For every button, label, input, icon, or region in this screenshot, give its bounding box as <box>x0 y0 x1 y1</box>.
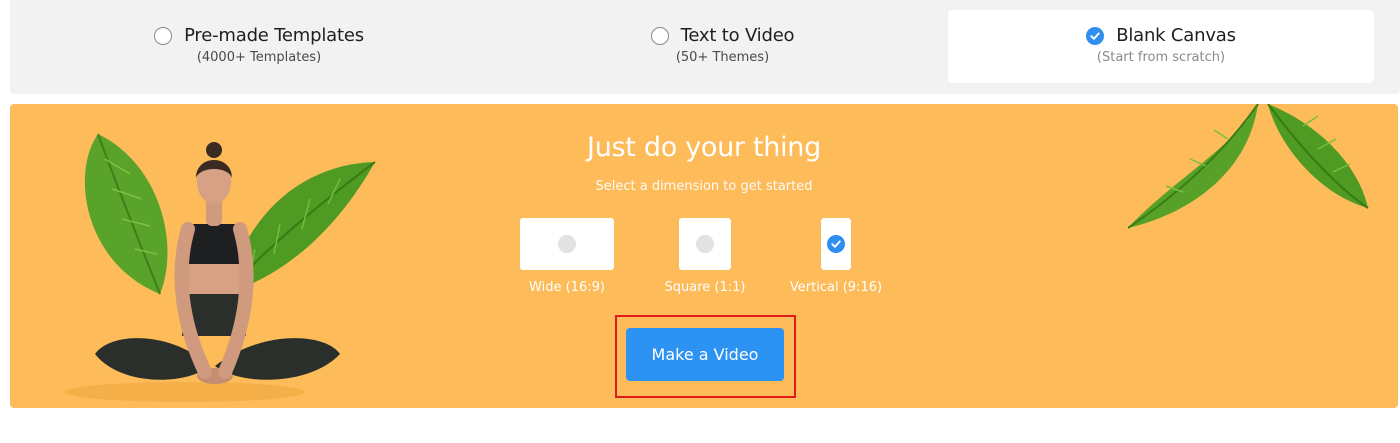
make-video-button[interactable]: Make a Video <box>626 328 784 381</box>
dimension-preview-vertical[interactable] <box>821 218 851 270</box>
tab-title: Text to Video <box>680 25 795 46</box>
leaves-decoration <box>1128 104 1369 229</box>
dimension-vertical[interactable]: Vertical (9:16) <box>786 218 886 295</box>
tab-title: Blank Canvas <box>1116 25 1236 46</box>
dimension-label: Vertical (9:16) <box>789 280 883 295</box>
check-circle-icon[interactable] <box>1086 26 1105 45</box>
dimension-preview-wide[interactable] <box>520 218 614 270</box>
radio-icon <box>558 235 576 253</box>
banner-headline: Just do your thing <box>587 132 821 163</box>
check-circle-icon <box>827 235 845 253</box>
dimension-wide[interactable]: Wide (16:9) <box>517 218 617 295</box>
radio-icon[interactable] <box>650 26 669 45</box>
dimension-label: Square (1:1) <box>664 280 746 295</box>
radio-icon <box>696 235 714 253</box>
tab-pre-made-templates[interactable]: Pre-made Templates (4000+ Templates) <box>50 10 468 83</box>
blank-canvas-banner: Just do your thing Select a dimension to… <box>10 104 1398 408</box>
banner-subline: Select a dimension to get started <box>595 179 813 194</box>
radio-icon[interactable] <box>154 26 173 45</box>
creation-mode-tabs: Pre-made Templates (4000+ Templates) Tex… <box>10 0 1400 94</box>
dimension-label: Wide (16:9) <box>529 280 605 295</box>
tab-text-to-video[interactable]: Text to Video (50+ Themes) <box>510 10 935 83</box>
tab-subtitle: (50+ Themes) <box>675 50 770 65</box>
tab-blank-canvas[interactable]: Blank Canvas (Start from scratch) <box>948 10 1374 83</box>
tab-subtitle: (Start from scratch) <box>1096 50 1226 65</box>
tab-subtitle: (4000+ Templates) <box>196 50 322 65</box>
dimension-preview-square[interactable] <box>679 218 731 270</box>
dimension-square[interactable]: Square (1:1) <box>655 218 755 295</box>
tab-title: Pre-made Templates <box>184 25 364 46</box>
